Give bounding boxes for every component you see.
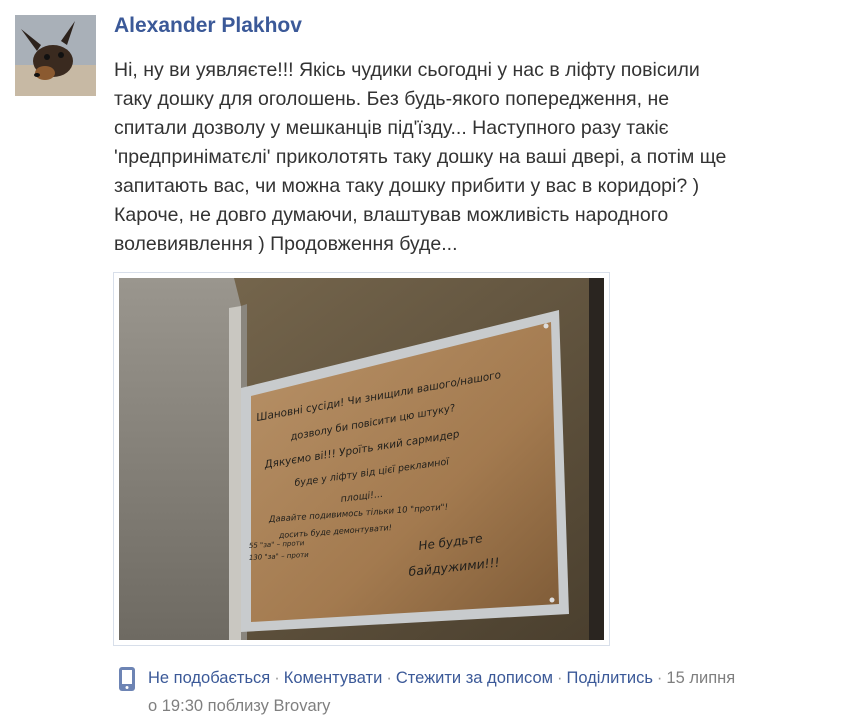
share-link[interactable]: Поділитись (566, 669, 652, 687)
photo-image: Шановні сусіди! Чи знищили вашого/нашого… (119, 278, 604, 640)
author-name-link[interactable]: Alexander Plakhov (114, 14, 302, 38)
post-message: Ні, ну ви уявляєте!!! Якісь чудики сього… (114, 59, 727, 255)
post-photo[interactable]: Шановні сусіди! Чи знищили вашого/нашого… (113, 272, 610, 646)
dog-avatar-image (15, 15, 96, 96)
post-actions: Не подобається · Коментувати · Стежити за до… (148, 664, 798, 720)
post-timestamp[interactable]: 15 липня (666, 669, 735, 687)
post-time-location: о 19:30 поблизу Brovary (148, 697, 331, 715)
separator: · (274, 669, 280, 687)
mobile-phone-icon (119, 667, 135, 691)
avatar[interactable] (15, 15, 96, 96)
unlike-link[interactable]: Не подобається (148, 669, 270, 687)
separator: · (556, 669, 563, 687)
comment-link[interactable]: Коментувати (284, 669, 383, 687)
follow-post-link[interactable]: Стежити за дописом (396, 669, 553, 687)
separator: · (656, 669, 663, 687)
separator: · (386, 669, 392, 687)
